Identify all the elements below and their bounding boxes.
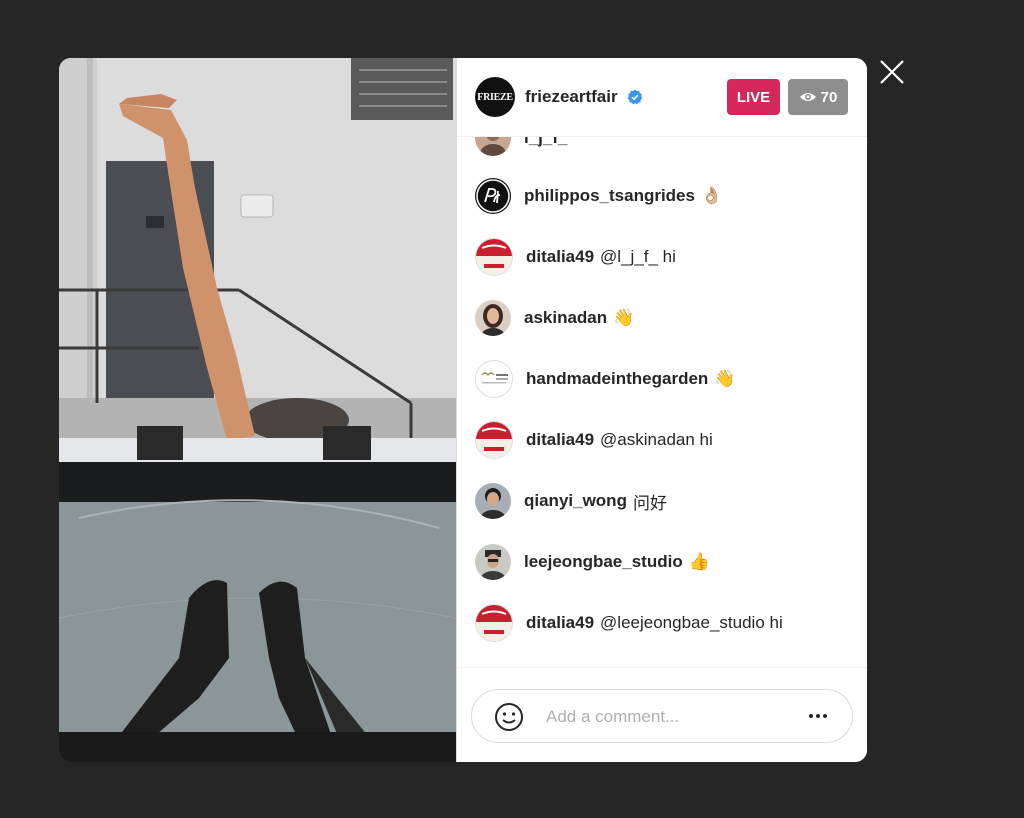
comment-username[interactable]: handmadeinthegarden [526, 369, 708, 389]
comment-item: ditalia49 @l_j_f_ hi [475, 238, 676, 276]
live-video[interactable] [59, 58, 456, 762]
comment-input[interactable] [544, 704, 788, 730]
live-modal: FRIEZE friezeartfair LIVE 70 l_j_f_ phil… [59, 58, 867, 762]
comment-item: ditalia49 @askinadan hi [475, 421, 713, 459]
soup-can-avatar[interactable] [475, 238, 513, 276]
comment-item: leejeongbae_studio 👍 [475, 543, 710, 581]
emoji-button[interactable] [494, 702, 524, 732]
live-header: FRIEZE friezeartfair LIVE 70 [457, 58, 867, 137]
comment-text: 👌🏼 [700, 186, 723, 205]
user-photo-avatar[interactable] [475, 137, 511, 156]
host-avatar[interactable]: FRIEZE [475, 77, 515, 117]
live-badge: LIVE [727, 79, 780, 115]
viewer-count-badge[interactable]: 70 [788, 79, 848, 115]
live-label: LIVE [736, 88, 771, 106]
verified-badge-icon [627, 89, 643, 105]
close-button[interactable] [878, 58, 906, 86]
comment-username[interactable]: leejeongbae_studio [524, 552, 683, 572]
live-chat-panel: FRIEZE friezeartfair LIVE 70 l_j_f_ phil… [456, 58, 867, 762]
pat-logo-avatar[interactable] [475, 178, 511, 214]
comment-text: 👋 [714, 369, 736, 388]
garden-logo-avatar[interactable] [475, 360, 513, 398]
comment-text: @leejeongbae_studio hi [600, 613, 783, 632]
viewer-count: 70 [820, 88, 838, 106]
comments-list[interactable]: l_j_f_ philippos_tsangrides 👌🏼 ditalia49… [457, 137, 867, 667]
user-photo-avatar[interactable] [475, 544, 511, 580]
soup-can-avatar[interactable] [475, 604, 513, 642]
comment-username[interactable]: ditalia49 [526, 247, 594, 267]
host-username[interactable]: friezeartfair [525, 87, 618, 107]
smiley-icon [495, 703, 523, 731]
comment-text: @askinadan hi [600, 430, 713, 449]
comment-item: askinadan 👋 [475, 299, 634, 337]
close-icon [880, 60, 904, 84]
eye-icon [799, 93, 816, 101]
user-photo-avatar[interactable] [475, 483, 511, 519]
comment-username[interactable]: ditalia49 [526, 430, 594, 450]
comment-text: 问好 [632, 493, 667, 513]
ellipsis-icon [809, 714, 827, 718]
comment-text: 👍 [688, 552, 710, 571]
comment-item: qianyi_wong 问好 [475, 482, 667, 520]
host-avatar-text: FRIEZE [477, 91, 513, 103]
comment-username[interactable]: philippos_tsangrides [524, 186, 695, 206]
comment-composer [471, 689, 853, 743]
comment-item: ditalia49 @leejeongbae_studio hi [475, 604, 783, 642]
soup-can-avatar[interactable] [475, 421, 513, 459]
comment-item: handmadeinthegarden 👋 [475, 360, 735, 398]
comment-username[interactable]: ditalia49 [526, 613, 594, 633]
comment-text: @l_j_f_ hi [600, 247, 676, 266]
comment-username[interactable]: askinadan [524, 308, 607, 328]
video-frame [59, 58, 456, 762]
user-photo-avatar[interactable] [475, 300, 511, 336]
comment-item: philippos_tsangrides 👌🏼 [475, 177, 722, 215]
comment-username[interactable]: qianyi_wong [524, 491, 627, 511]
comment-username[interactable]: l_j_f_ [524, 137, 567, 148]
composer-divider [457, 667, 867, 668]
comment-item: l_j_f_ [475, 137, 573, 157]
comment-text: 👋 [613, 308, 635, 327]
more-options-button[interactable] [806, 704, 830, 728]
